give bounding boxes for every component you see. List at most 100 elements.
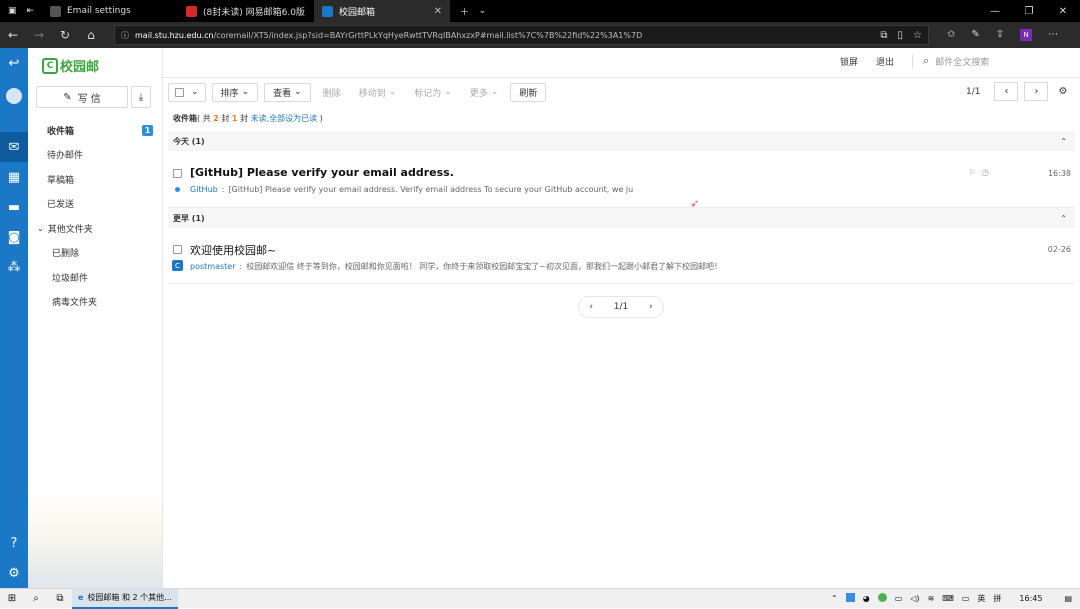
tray-app-icon[interactable] <box>845 593 855 604</box>
contacts-icon[interactable]: ◙ <box>0 222 28 252</box>
sidebar-item-spam[interactable]: 垃圾邮件 <box>28 265 163 290</box>
favorites-hub-icon[interactable]: ✩ <box>947 29 955 41</box>
apps-grid-icon[interactable]: ⁂ <box>0 252 28 282</box>
list-settings-gear-icon[interactable]: ⚙ <box>1058 86 1067 97</box>
reading-view-icon[interactable]: ▯ <box>898 30 904 41</box>
ime-language[interactable]: 英 <box>977 593 985 604</box>
select-all-checkbox[interactable] <box>175 87 184 97</box>
sidebar-item-sent[interactable]: 已发送 <box>28 192 163 217</box>
tray-green-icon[interactable] <box>877 593 887 604</box>
onenote-taskbar-icon[interactable] <box>202 589 226 609</box>
restore-icon[interactable]: ❐ <box>1012 0 1046 22</box>
extension-icon[interactable]: ⧉ <box>880 30 887 41</box>
view-button[interactable]: 查看 ⌄ <box>264 82 311 102</box>
display-icon[interactable]: ▭ <box>962 594 970 603</box>
tab-netease-mail[interactable]: (8封未读) 网易邮箱6.0版 <box>178 0 314 22</box>
minimize-icon[interactable]: — <box>978 0 1012 22</box>
delete-button[interactable]: 删除 <box>316 82 347 102</box>
sidebar-item-drafts[interactable]: 草稿箱 <box>28 167 163 192</box>
unread-filter-link[interactable]: 未读 <box>251 114 267 123</box>
battery-icon[interactable]: ▭ <box>895 594 903 603</box>
move-to-button[interactable]: 移动到 ⌄ <box>352 82 403 102</box>
refresh-button[interactable]: 刷新 <box>510 82 547 102</box>
taskbar-edge-app[interactable]: e 校园邮箱 和 2 个其他... <box>72 588 178 609</box>
info-icon[interactable]: ⓘ <box>121 30 129 41</box>
sidebar-item-deleted[interactable]: 已删除 <box>28 241 163 266</box>
mail-checkbox[interactable] <box>173 169 182 178</box>
calendar-icon[interactable]: ▦ <box>0 162 28 192</box>
share-icon[interactable]: ⇪ <box>996 29 1004 41</box>
favorite-star-icon[interactable]: ☆ <box>913 30 922 41</box>
group-header-earlier[interactable]: 更早 (1) ⌃ <box>168 208 1075 228</box>
mark-as-button[interactable]: 标记为 ⌄ <box>408 82 458 102</box>
avatar[interactable] <box>6 88 22 104</box>
tab-actions[interactable]: ▣ ⇤ <box>0 0 42 22</box>
logo[interactable]: C 校园邮 <box>42 56 99 75</box>
sidebar-item-label: 待办邮件 <box>47 151 84 162</box>
windows-start-icon[interactable]: ⊞ <box>0 589 24 609</box>
onenote-icon[interactable]: N <box>1020 29 1033 41</box>
compose-label: 写 信 <box>77 93 101 105</box>
settings-gear-icon[interactable]: ⚙ <box>0 558 28 588</box>
refresh-icon[interactable]: ↻ <box>52 28 78 42</box>
url-field[interactable]: ⓘ mail.stu.hzu.edu.cn/coremail/XT5/index… <box>114 25 929 45</box>
collapse-icon[interactable]: ⌃ <box>1060 137 1067 146</box>
reminder-clock-icon[interactable]: ◷ <box>982 168 989 177</box>
compose-button[interactable]: ✎ 写 信 <box>36 86 128 108</box>
more-button[interactable]: 更多 ⌄ <box>463 82 505 102</box>
list-item[interactable]: 欢迎使用校园邮~ C postmaster: 校园邮欢迎信 终于等到你，校园邮和你… <box>168 240 1075 284</box>
forward-icon[interactable]: → <box>26 28 52 42</box>
ime-mode[interactable]: 拼 <box>993 593 1001 604</box>
prev-page-icon[interactable]: ‹ <box>589 302 593 312</box>
qq-icon[interactable]: ◕ <box>863 594 870 603</box>
tab-preview-icon[interactable]: ▣ <box>8 6 17 16</box>
volume-icon[interactable]: ◁) <box>910 594 919 603</box>
next-page-icon[interactable]: › <box>649 302 653 312</box>
new-tab-icon[interactable]: ＋ <box>460 5 469 18</box>
set-tabs-aside-icon[interactable]: ⇤ <box>26 6 34 16</box>
netdisk-folder-icon[interactable]: ▬ <box>0 192 28 222</box>
search-input[interactable]: ⌕ 邮件全文搜索 <box>912 54 989 68</box>
back-icon[interactable]: ← <box>0 28 26 42</box>
url-path: /coremail/XT5/index.jsp?sid=BAYrGrttPLkY… <box>213 30 643 40</box>
collapse-icon[interactable]: ⌃ <box>1060 214 1067 223</box>
task-view-icon[interactable]: ⧉ <box>48 589 72 609</box>
select-all-dropdown[interactable]: ⌄ <box>168 82 206 102</box>
next-page-icon[interactable]: › <box>1024 82 1049 101</box>
web-note-icon[interactable]: ✎ <box>971 29 979 41</box>
chevron-down-icon: ⌄ <box>444 87 452 97</box>
flag-icon[interactable]: ⚐ <box>969 168 976 177</box>
mark-all-read-link[interactable]: ,全部设为已读 <box>267 114 318 123</box>
sidebar-item-inbox[interactable]: 收件箱 1 <box>28 118 163 143</box>
mail-subject[interactable]: [GitHub] Please verify your email addres… <box>190 166 454 179</box>
tray-expand-chevron-icon[interactable]: ⌃ <box>831 594 838 603</box>
wifi-icon[interactable]: ≋ <box>928 594 935 603</box>
mail-icon[interactable]: ✉ <box>0 132 28 162</box>
receive-mail-button[interactable]: ⤓ <box>131 86 151 108</box>
sidebar-item-virus[interactable]: 病毒文件夹 <box>28 290 163 315</box>
lock-screen-link[interactable]: 锁屏 <box>840 55 858 68</box>
prev-page-icon[interactable]: ‹ <box>994 82 1019 101</box>
sidebar-item-todo[interactable]: 待办邮件 <box>28 143 163 168</box>
close-window-icon[interactable]: ✕ <box>1046 0 1080 22</box>
logout-link[interactable]: 退出 <box>876 55 894 68</box>
group-header-today[interactable]: 今天 (1) ⌃ <box>168 131 1075 151</box>
photo-app-icon[interactable] <box>178 589 202 609</box>
switch-back-icon[interactable]: ↩ <box>0 48 28 78</box>
home-icon[interactable]: ⌂ <box>78 28 104 42</box>
sort-button[interactable]: 排序 ⌄ <box>211 82 259 102</box>
tab-email-settings[interactable]: Email settings <box>42 0 178 22</box>
search-icon[interactable]: ⌕ <box>24 589 48 609</box>
close-tab-icon[interactable]: ✕ <box>434 6 442 17</box>
help-icon[interactable]: ? <box>0 528 28 558</box>
tab-list-chevron-icon[interactable]: ⌄ <box>479 6 487 16</box>
sidebar-item-other-folders[interactable]: ⌄ 其他文件夹 <box>28 216 163 241</box>
list-item[interactable]: [GitHub] Please verify your email addres… <box>168 164 1075 208</box>
mail-subject[interactable]: 欢迎使用校园邮~ <box>190 242 276 258</box>
mail-checkbox[interactable] <box>173 245 182 254</box>
tab-campus-mail[interactable]: 校园邮箱 ✕ <box>314 0 450 22</box>
keyboard-icon[interactable]: ⌨ <box>942 594 954 603</box>
notification-center-icon[interactable]: ▤ <box>1064 594 1072 603</box>
clock[interactable]: 16:45 <box>1019 594 1042 603</box>
more-menu-icon[interactable]: ⋯ <box>1048 29 1058 41</box>
